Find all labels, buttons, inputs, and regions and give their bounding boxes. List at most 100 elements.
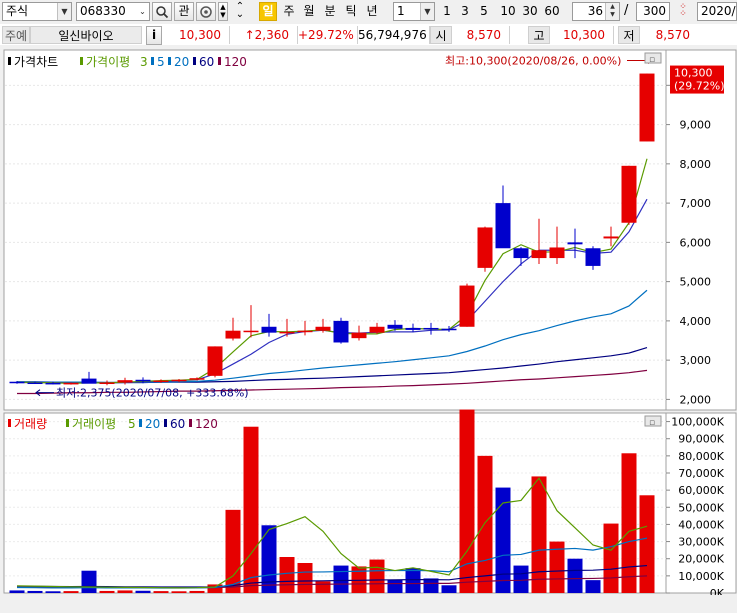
volume-bar[interactable] <box>81 570 97 593</box>
volume-bar[interactable] <box>333 565 349 593</box>
volume-bar[interactable] <box>387 579 403 593</box>
interest-button[interactable]: 관 <box>174 2 194 21</box>
legend-vma60: 60 <box>170 417 185 431</box>
interval-30-button[interactable]: 30 <box>520 2 540 21</box>
date-axis <box>0 595 737 613</box>
volume-bar[interactable] <box>369 559 385 593</box>
volume-bar[interactable] <box>297 563 313 593</box>
volume-bar[interactable] <box>603 523 619 593</box>
volume-bar[interactable] <box>27 590 43 593</box>
candle-body <box>495 203 511 249</box>
date-value: 2020/0 <box>701 4 736 18</box>
interval-10-button[interactable]: 10 <box>498 2 518 21</box>
candle-body <box>189 378 205 380</box>
candle-body <box>153 380 169 383</box>
tab-year[interactable]: 년 <box>363 2 381 21</box>
volume-bar[interactable] <box>63 591 79 593</box>
volume-bar[interactable] <box>45 591 61 593</box>
tab-tick[interactable]: 틱 <box>342 2 360 21</box>
volume-bar[interactable] <box>441 585 457 593</box>
prev-next-stock-button[interactable]: ▲ ▼ <box>218 2 228 21</box>
scroll-stock-button[interactable]: ⌃ ⌄ <box>230 2 250 21</box>
volume-bar[interactable] <box>405 568 421 593</box>
count-total[interactable]: 300 <box>636 2 670 21</box>
volume-bar[interactable] <box>531 476 547 593</box>
candle[interactable] <box>477 226 493 272</box>
volume-bar[interactable] <box>189 590 205 593</box>
search-button[interactable] <box>152 2 172 21</box>
volume-bar[interactable] <box>225 509 241 593</box>
legend-marker <box>8 57 11 65</box>
volume-bar[interactable] <box>459 409 475 593</box>
legend-vma20: 20 <box>145 417 160 431</box>
volume-bar[interactable] <box>567 558 583 593</box>
candle[interactable] <box>207 346 223 378</box>
candle-body <box>459 285 475 327</box>
interval-5-button[interactable]: 5 <box>477 2 491 21</box>
price-tick-label: 3,000 <box>680 354 712 367</box>
candle-body <box>315 326 331 331</box>
candle-body <box>333 320 349 343</box>
candle-body <box>225 330 241 339</box>
volume-bar[interactable] <box>423 578 439 593</box>
chart-area[interactable]: 10,0009,0008,0007,0006,0005,0004,0003,00… <box>0 45 737 613</box>
tab-week[interactable]: 주 <box>280 2 298 21</box>
volume-bar[interactable] <box>207 584 223 593</box>
volume-bar[interactable] <box>621 453 637 593</box>
candle-body <box>513 248 529 259</box>
interval-60-button[interactable]: 60 <box>542 2 562 21</box>
volume-tick-label: 40,000K <box>678 518 724 531</box>
volume-bar[interactable] <box>513 565 529 593</box>
candle[interactable] <box>459 283 475 327</box>
price-plot[interactable] <box>3 49 667 411</box>
volume-bar[interactable] <box>279 557 295 593</box>
legend-marker <box>218 57 221 65</box>
volume-bar[interactable] <box>243 426 259 593</box>
candle-body <box>243 330 259 333</box>
volume-bar[interactable] <box>117 590 133 593</box>
interval-30-label: 30 <box>522 4 538 18</box>
price-tick-label: 2,000 <box>680 393 712 406</box>
high-label: 고 <box>528 26 550 44</box>
market-select[interactable]: 주식 ▼ <box>2 2 72 21</box>
tab-week-label: 주 <box>283 4 295 18</box>
volume-bar[interactable] <box>315 581 331 593</box>
legend-marker <box>8 419 11 427</box>
candle-body <box>603 236 619 239</box>
tab-minute[interactable]: 분 <box>321 2 339 21</box>
candle-body <box>423 327 439 330</box>
price-tick-label: 7,000 <box>680 197 712 210</box>
legend-marker <box>80 57 83 65</box>
candle[interactable] <box>333 317 349 344</box>
candle[interactable] <box>639 73 655 142</box>
legend-ma120: 120 <box>224 55 247 69</box>
candle-body <box>405 327 421 330</box>
interval-select[interactable]: 1 ▼ <box>393 2 435 21</box>
candle-body <box>45 382 61 385</box>
last-price-label: 10,300 <box>674 67 713 80</box>
count-input[interactable]: 36 ▲ ▼ <box>572 2 620 21</box>
volume-bar[interactable] <box>639 495 655 593</box>
legend-marker <box>168 57 171 65</box>
info-button[interactable]: i <box>146 26 162 45</box>
interval-1-button[interactable]: 1 <box>440 2 454 21</box>
volume-bar[interactable] <box>477 455 493 593</box>
volume-bar[interactable] <box>9 590 25 593</box>
date-input[interactable]: 2020/0 <box>697 2 737 21</box>
interval-60-label: 60 <box>544 4 560 18</box>
low-price: 8,570 <box>655 28 690 42</box>
interval-3-button[interactable]: 3 <box>458 2 472 21</box>
spinner-icon[interactable]: ▲ ▼ <box>605 3 619 20</box>
volume-bar[interactable] <box>153 591 169 593</box>
tab-month[interactable]: 월 <box>300 2 318 21</box>
volume-bar[interactable] <box>585 580 601 593</box>
tab-day[interactable]: 일 <box>259 2 277 21</box>
reset-zoom-icon[interactable]: ⁘ ⁘ <box>674 3 692 20</box>
volume-bar[interactable] <box>99 590 115 593</box>
candle-body <box>63 382 79 385</box>
candle[interactable] <box>621 165 637 225</box>
volume-bar[interactable] <box>135 590 151 593</box>
settings-button[interactable] <box>196 2 216 21</box>
volume-bar[interactable] <box>171 591 187 593</box>
stock-code-input[interactable]: 068330 ⌄ <box>76 2 150 21</box>
